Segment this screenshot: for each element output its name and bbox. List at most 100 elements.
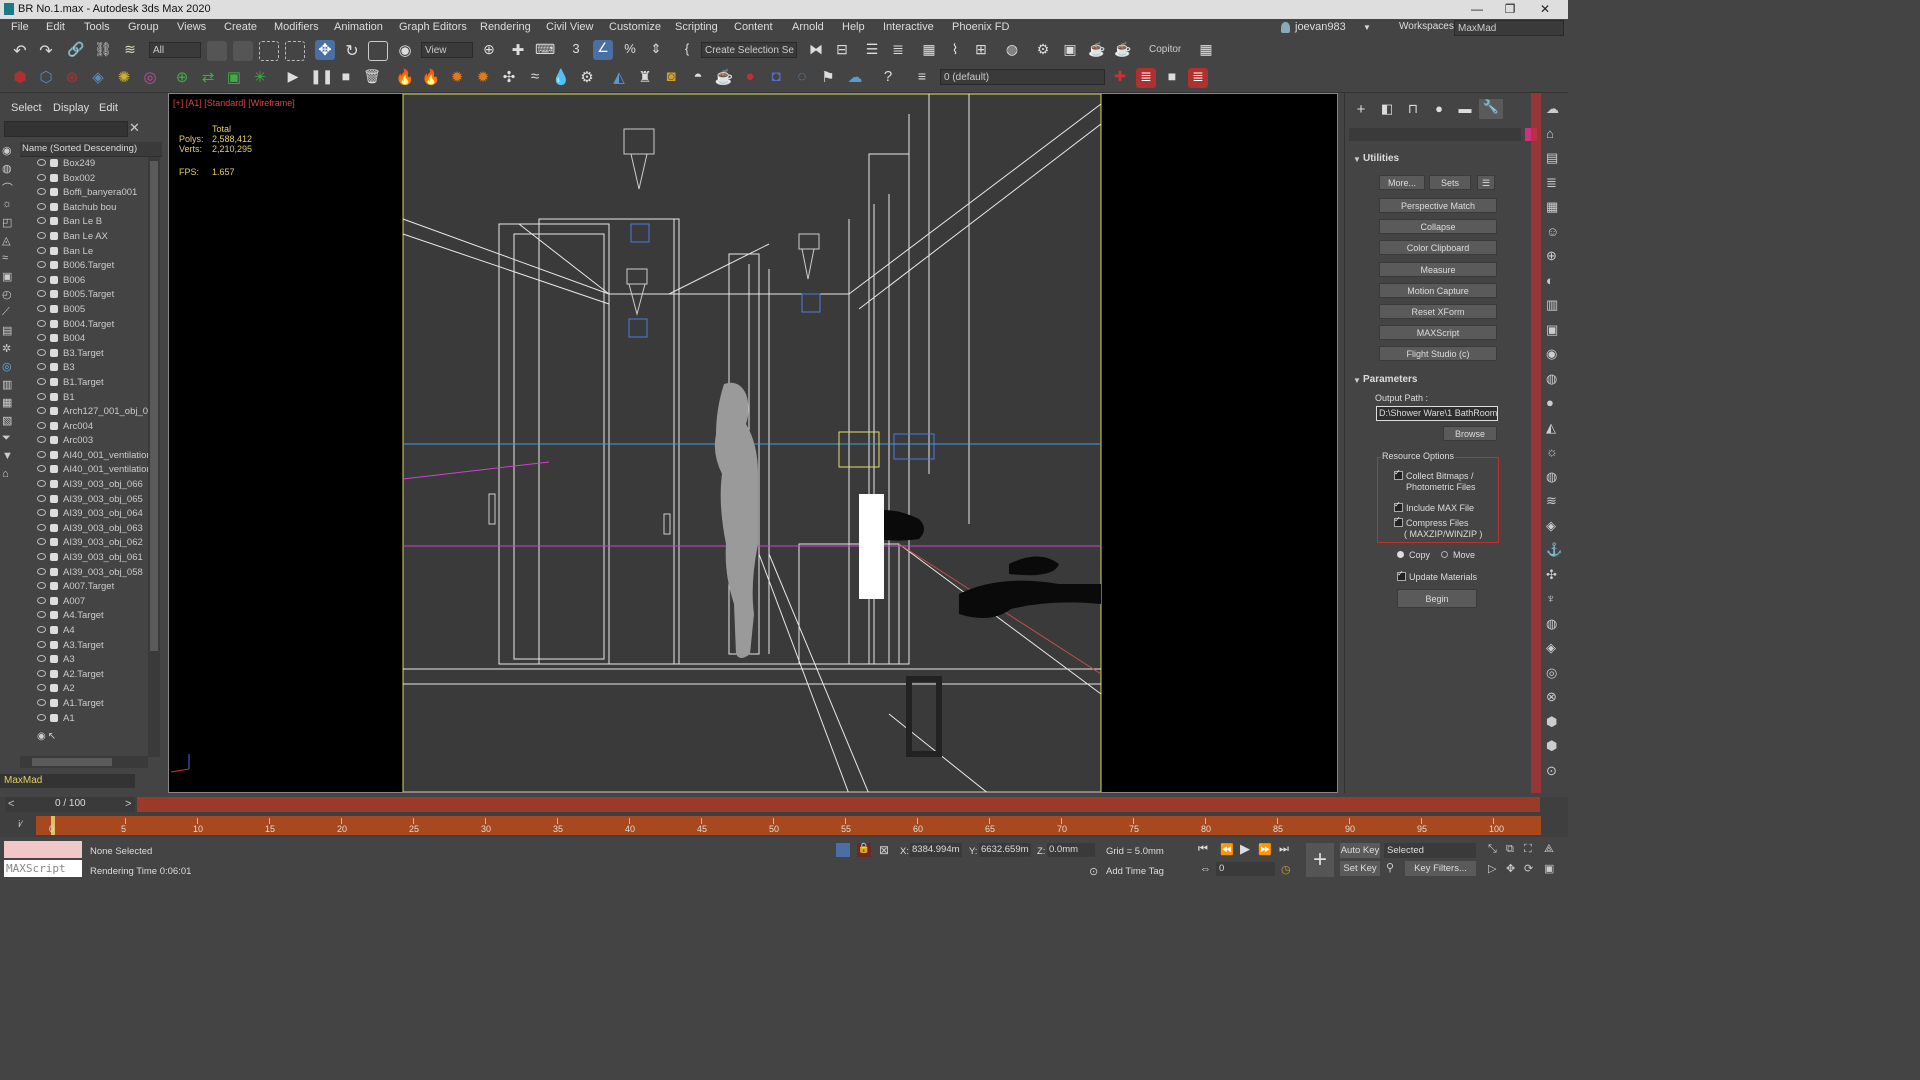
list-item[interactable]: AI39_003_obj_064 xyxy=(20,507,148,522)
list-item[interactable]: B1.Target xyxy=(20,376,148,391)
right-tool-icon[interactable]: ⌂ xyxy=(1546,126,1554,141)
right-tool-icon[interactable]: ▦ xyxy=(1546,199,1558,215)
pivot-icon[interactable]: ⊕ xyxy=(479,41,499,61)
collect-bitmaps-checkbox[interactable]: Collect Bitmaps / xyxy=(1394,468,1474,481)
geometry-icon[interactable]: ◍ xyxy=(2,162,18,180)
user-name[interactable]: joevan983 xyxy=(1295,21,1346,33)
list-item[interactable]: B006 xyxy=(20,274,148,289)
list-item[interactable]: B005.Target xyxy=(20,288,148,303)
menu-rendering[interactable]: Rendering xyxy=(480,21,531,33)
right-tool-icon[interactable]: ● xyxy=(1546,395,1554,410)
visibility-eye-icon[interactable] xyxy=(37,509,46,517)
menu-scripting[interactable]: Scripting xyxy=(675,21,718,33)
phoenix-fire-icon[interactable]: 🔥 xyxy=(395,68,415,88)
visibility-eye-icon[interactable] xyxy=(37,217,46,225)
color-clipboard-button[interactable]: Color Clipboard xyxy=(1379,240,1497,255)
menu-animation[interactable]: Animation xyxy=(334,21,383,33)
list-item[interactable]: Ban Le AX xyxy=(20,230,148,245)
phoenix-source-icon[interactable]: ✹ xyxy=(473,68,493,88)
folder-icon[interactable]: ⌂ xyxy=(2,468,18,486)
maxscript-button[interactable]: MAXScript xyxy=(1379,325,1497,340)
green-box-icon[interactable]: ▣ xyxy=(224,68,244,88)
visibility-eye-icon[interactable] xyxy=(37,188,46,196)
layers-icon[interactable]: ≡ xyxy=(912,68,932,88)
visibility-eye-icon[interactable] xyxy=(37,421,46,429)
cup-icon[interactable]: ◙ xyxy=(661,68,681,88)
list-item[interactable]: Box002 xyxy=(20,172,148,187)
collapse-parameters-icon[interactable]: ▼ xyxy=(1353,376,1361,385)
tea-icon[interactable]: ☕ xyxy=(714,68,734,88)
snaps-toggle-icon[interactable]: 3 xyxy=(566,41,586,61)
y-coordinate-field[interactable]: 6632.659m xyxy=(979,843,1031,857)
right-tool-icon[interactable]: ☺ xyxy=(1546,224,1559,239)
list-item[interactable]: Boffi_banyera001 xyxy=(20,186,148,201)
phoenix-liquid-icon[interactable]: ✹ xyxy=(447,68,467,88)
right-tool-icon[interactable]: ◐ xyxy=(1546,273,1554,288)
set-key-button[interactable]: Set Key xyxy=(1340,861,1380,876)
blue-cube-icon[interactable]: ◘ xyxy=(766,68,786,88)
right-tool-icon[interactable]: ⊕ xyxy=(1546,248,1557,264)
visibility-eye-icon[interactable] xyxy=(37,290,46,298)
phoenix-wind-icon[interactable]: ≈ xyxy=(525,68,545,88)
isolate-icon[interactable] xyxy=(836,843,850,857)
copitor-label[interactable]: Copitor xyxy=(1149,44,1181,55)
render-active-icon[interactable]: ☕ xyxy=(1113,41,1133,61)
stop-icon[interactable]: ■ xyxy=(336,68,356,88)
perspective-match-button[interactable]: Perspective Match xyxy=(1379,198,1497,213)
vray-sphere-icon[interactable]: ⬡ xyxy=(36,68,56,88)
menu-phoenix-fd[interactable]: Phoenix FD xyxy=(952,21,1009,33)
phoenix-fire-2-icon[interactable]: 🔥 xyxy=(421,68,441,88)
vray-light-icon[interactable]: ◎ xyxy=(140,68,160,88)
begin-button[interactable]: Begin xyxy=(1397,589,1477,608)
list-item[interactable]: A007.Target xyxy=(20,580,148,595)
scene-list-scrollbar[interactable] xyxy=(148,157,160,757)
visibility-eye-icon[interactable]: ◉ xyxy=(37,731,46,742)
visibility-eye-icon[interactable] xyxy=(37,261,46,269)
next-key-icon[interactable]: ⏩ xyxy=(1258,843,1272,856)
visibility-eye-icon[interactable] xyxy=(37,523,46,531)
right-tool-icon[interactable]: ≣ xyxy=(1546,175,1557,191)
right-tool-icon[interactable]: ≋ xyxy=(1546,493,1557,509)
right-tool-icon[interactable]: ▥ xyxy=(1546,297,1558,313)
flight-studio-button[interactable]: Flight Studio (c) xyxy=(1379,346,1497,361)
layer-explorer-icon[interactable]: ≣ xyxy=(888,41,908,61)
right-tool-icon[interactable]: ☼ xyxy=(1546,444,1558,459)
list-item[interactable]: A2 xyxy=(20,682,148,697)
visibility-eye-icon[interactable] xyxy=(37,684,46,692)
list-item[interactable]: Arc004 xyxy=(20,420,148,435)
light-icon[interactable]: ☼ xyxy=(2,198,18,216)
walkthrough-icon[interactable]: ✥ xyxy=(1506,862,1515,875)
scene-explorer-icon[interactable]: ☰ xyxy=(862,41,882,61)
green-star-icon[interactable]: ✳ xyxy=(250,68,270,88)
list-item[interactable]: AI39_003_obj_061 xyxy=(20,551,148,566)
frozen-icon[interactable]: ✲ xyxy=(2,342,18,360)
visibility-eye-icon[interactable] xyxy=(37,231,46,239)
time-config-icon[interactable]: ◷ xyxy=(1281,863,1291,876)
schematic-view-icon[interactable]: ⊞ xyxy=(971,41,991,61)
play-icon[interactable]: ▶ xyxy=(283,68,303,88)
visibility-eye-icon[interactable] xyxy=(37,377,46,385)
menu-modifiers[interactable]: Modifiers xyxy=(274,21,319,33)
phoenix-gear-icon[interactable]: ⚙ xyxy=(577,68,597,88)
grid-icon[interactable]: ▦ xyxy=(1196,41,1216,61)
list-item[interactable]: A3 xyxy=(20,653,148,668)
list-item[interactable]: Arc003 xyxy=(20,434,148,449)
visibility-eye-icon[interactable] xyxy=(37,202,46,210)
menu-graph-editors[interactable]: Graph Editors xyxy=(399,21,467,33)
close-icon[interactable]: ✕ xyxy=(1530,1,1560,18)
orbit-icon[interactable]: ⟳ xyxy=(1524,862,1533,875)
curve-editor-icon[interactable]: ⌇ xyxy=(945,41,965,61)
list-item[interactable]: AI40_001_ventilation xyxy=(20,463,148,478)
visibility-eye-icon[interactable] xyxy=(37,246,46,254)
hscroll-thumb[interactable] xyxy=(32,758,112,766)
named-selection-dropdown[interactable]: Create Selection Se xyxy=(701,42,797,58)
list-item[interactable]: A3.Target xyxy=(20,639,148,654)
percent-snap-icon[interactable]: % xyxy=(620,41,640,61)
properties-icon[interactable]: ▧ xyxy=(2,414,18,432)
list-item[interactable]: AI39_003_obj_063 xyxy=(20,522,148,537)
display-tab-icon[interactable]: ▬ xyxy=(1455,101,1475,119)
right-tool-icon[interactable]: ◈ xyxy=(1546,640,1556,656)
selection-filter-dropdown[interactable]: All xyxy=(149,42,201,58)
visibility-eye-icon[interactable] xyxy=(37,611,46,619)
visibility-eye-icon[interactable] xyxy=(37,319,46,327)
